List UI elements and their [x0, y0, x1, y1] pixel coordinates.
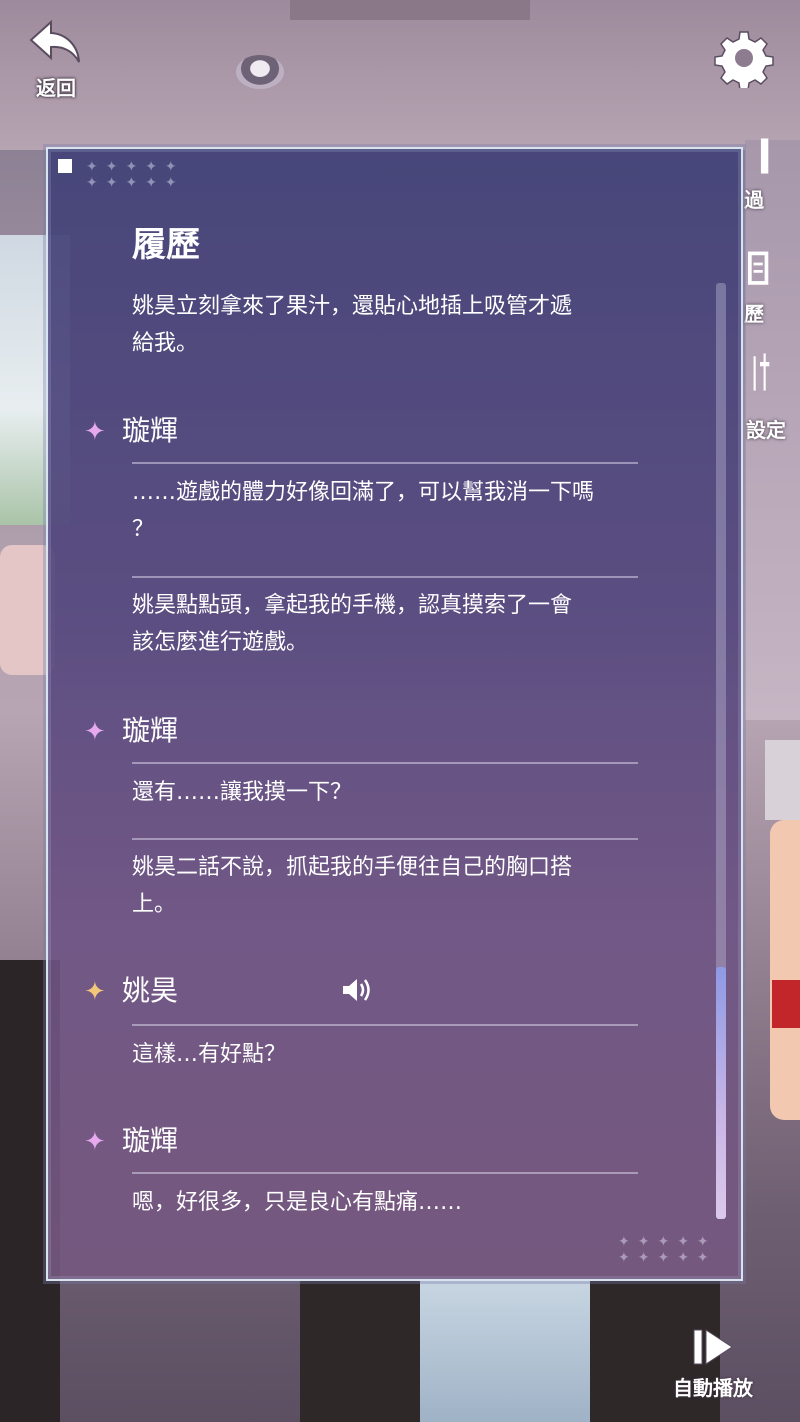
- log-dialogue: 嗯，好很多，只是良心有點痛……: [132, 1184, 652, 1221]
- back-label: 返回: [36, 76, 76, 100]
- sparkle-icon: ✦: [84, 717, 106, 747]
- log-narration: 姚昊二話不說，抓起我的手便往自己的胸口搭 上。: [132, 849, 652, 923]
- log-text-line: 上。: [132, 892, 177, 917]
- divider: [132, 1172, 638, 1174]
- speaker-name: 璇輝: [122, 1124, 179, 1157]
- divider: [132, 462, 638, 464]
- log-narration: 姚昊立刻拿來了果汁，還貼心地插上吸管才遞 給我。: [132, 288, 652, 362]
- log-text-line: 給我。: [132, 331, 199, 356]
- log-narration: 姚昊點點頭，拿起我的手機，認真摸索了一會 該怎麼進行遊戲。: [132, 587, 652, 661]
- auto-play-button[interactable]: 自動播放: [666, 1326, 760, 1401]
- log-dialogue: 這樣…有好點？: [132, 1036, 652, 1073]
- auto-play-icon: [693, 1329, 733, 1365]
- log-icon: [748, 251, 769, 285]
- log-text-line: ？: [132, 517, 155, 542]
- log-button[interactable]: 歷: [740, 250, 800, 326]
- log-text-line: 姚昊立刻拿來了果汁，還貼心地插上吸管才遞: [132, 294, 573, 319]
- divider: [132, 838, 638, 840]
- log-text-line: 嗯，好很多，只是良心有點痛……: [132, 1190, 463, 1215]
- wristband: [772, 980, 800, 1028]
- speaker-name: 璇輝: [122, 714, 179, 747]
- log-panel: ✦✦✦✦✦ ✦✦✦✦✦ ✦✦✦✦✦ ✦✦✦✦✦ 履歷 姚昊立刻拿來了果汁，還貼心地插…: [46, 147, 743, 1281]
- divider: [132, 1024, 638, 1026]
- stool: [765, 740, 800, 820]
- skip-button[interactable]: 過: [740, 136, 800, 212]
- log-speaker: ✦ 璇輝: [84, 709, 178, 749]
- speaker-voice-icon[interactable]: [341, 976, 371, 1004]
- log-speaker: ✦ 姚昊: [84, 969, 178, 1009]
- back-button[interactable]: 返回: [28, 18, 84, 110]
- log-text-line: ……遊戲的體力好像回滿了，可以幫我消一下嗎: [132, 480, 595, 505]
- log-text-line: 還有……讓我摸一下？: [132, 780, 353, 805]
- sparkle-icon: ✦: [84, 417, 106, 447]
- log-speaker: ✦ 璇輝: [84, 409, 178, 449]
- log-dialogue: 還有……讓我摸一下？: [132, 774, 652, 811]
- back-arrow-icon: [29, 19, 80, 63]
- gear-icon: [714, 31, 774, 91]
- panel-corner-ornament: [58, 159, 72, 173]
- divider: [132, 762, 638, 764]
- settings-label: 設定: [746, 418, 786, 442]
- panel-title: 履歷: [132, 225, 200, 265]
- character-hand: [770, 820, 800, 1120]
- log-speaker: ✦ 璇輝: [84, 1119, 178, 1159]
- speaker-name: 璇輝: [122, 414, 179, 447]
- settings-button[interactable]: 設定: [740, 352, 800, 442]
- ceiling-light: [236, 55, 284, 89]
- auto-play-label: 自動播放: [673, 1376, 753, 1400]
- character-shirt: [420, 1280, 590, 1422]
- scrollbar-thumb[interactable]: [716, 967, 726, 1219]
- speaker-name: 姚昊: [122, 974, 179, 1007]
- log-text-line: 姚昊點點頭，拿起我的手機，認真摸索了一會: [132, 593, 573, 618]
- sparkle-decoration: ✦✦✦✦✦ ✦✦✦✦✦: [86, 159, 185, 191]
- ceiling: [0, 0, 800, 150]
- log-text-line: 姚昊二話不說，抓起我的手便往自己的胸口搭: [132, 855, 573, 880]
- sliders-icon: [753, 353, 770, 391]
- sparkle-icon: ✦: [84, 1127, 106, 1157]
- settings-gear-button[interactable]: [714, 28, 774, 91]
- sparkle-decoration: ✦✦✦✦✦ ✦✦✦✦✦: [618, 1234, 717, 1266]
- divider: [132, 576, 638, 578]
- sparkle-icon: ✦: [84, 977, 106, 1007]
- scrollbar[interactable]: [716, 283, 726, 1219]
- log-text-line: 這樣…有好點？: [132, 1042, 287, 1067]
- skip-label: 過: [744, 188, 764, 212]
- log-dialogue: ……遊戲的體力好像回滿了，可以幫我消一下嗎 ？: [132, 474, 652, 548]
- ceiling-trim: [290, 0, 530, 20]
- skip-icon: [760, 138, 769, 174]
- log-label: 歷: [744, 302, 764, 326]
- log-text-line: 該怎麼進行遊戲。: [132, 630, 309, 655]
